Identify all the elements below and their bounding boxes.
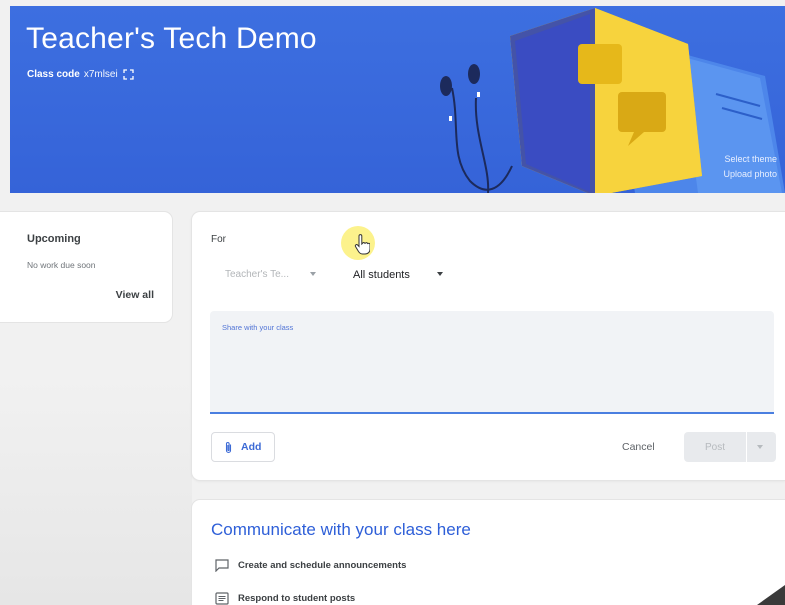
- class-select[interactable]: Teacher's Te...: [211, 254, 326, 290]
- class-banner: Teacher's Tech Demo Class code x7mlsei S…: [10, 6, 785, 193]
- chevron-down-icon: [310, 272, 316, 276]
- for-label: For: [211, 234, 226, 245]
- corner-shadow: [757, 585, 785, 605]
- communicate-title: Communicate with your class here: [211, 520, 471, 539]
- announcement-composer: For Teacher's Te... All students Share w…: [192, 212, 785, 480]
- background-shade: [0, 380, 192, 605]
- class-code-label: Class code: [27, 69, 80, 80]
- add-attachment-button[interactable]: Add: [211, 432, 275, 462]
- students-select-value: All students: [353, 269, 410, 281]
- add-label: Add: [241, 441, 262, 453]
- post-button-group: Post: [684, 432, 776, 462]
- view-all-link[interactable]: View all: [116, 289, 154, 301]
- upcoming-card: Upcoming No work due soon View all: [0, 212, 172, 322]
- paperclip-icon: [225, 441, 232, 453]
- share-input[interactable]: Share with your class: [210, 311, 774, 414]
- upcoming-title: Upcoming: [27, 233, 81, 245]
- class-code: Class code x7mlsei: [27, 69, 134, 80]
- hand-cursor-icon: [354, 234, 370, 255]
- upload-photo-link[interactable]: Upload photo: [723, 167, 777, 182]
- post-button[interactable]: Post: [684, 442, 746, 453]
- communicate-item: Respond to student posts: [215, 592, 355, 605]
- post-divider: [746, 432, 747, 462]
- post-options-chevron-icon[interactable]: [757, 445, 763, 449]
- chevron-down-icon: [437, 272, 443, 276]
- communicate-item-label: Create and schedule announcements: [238, 560, 407, 571]
- communicate-item-label: Respond to student posts: [238, 593, 356, 604]
- select-theme-link[interactable]: Select theme: [723, 152, 777, 167]
- communicate-item: Create and schedule announcements: [215, 559, 406, 572]
- cancel-button[interactable]: Cancel: [622, 441, 655, 453]
- class-code-value: x7mlsei: [83, 69, 118, 80]
- communicate-card: Communicate with your class here Create …: [192, 500, 785, 605]
- announcement-icon: [215, 559, 229, 572]
- share-placeholder: Share with your class: [222, 323, 294, 332]
- fullscreen-icon[interactable]: [123, 69, 134, 80]
- class-select-value: Teacher's Te...: [225, 269, 289, 280]
- post-icon: [215, 592, 229, 605]
- upcoming-subtitle: No work due soon: [27, 260, 96, 270]
- theme-links: Select theme Upload photo: [723, 152, 777, 182]
- class-title: Teacher's Tech Demo: [26, 22, 317, 55]
